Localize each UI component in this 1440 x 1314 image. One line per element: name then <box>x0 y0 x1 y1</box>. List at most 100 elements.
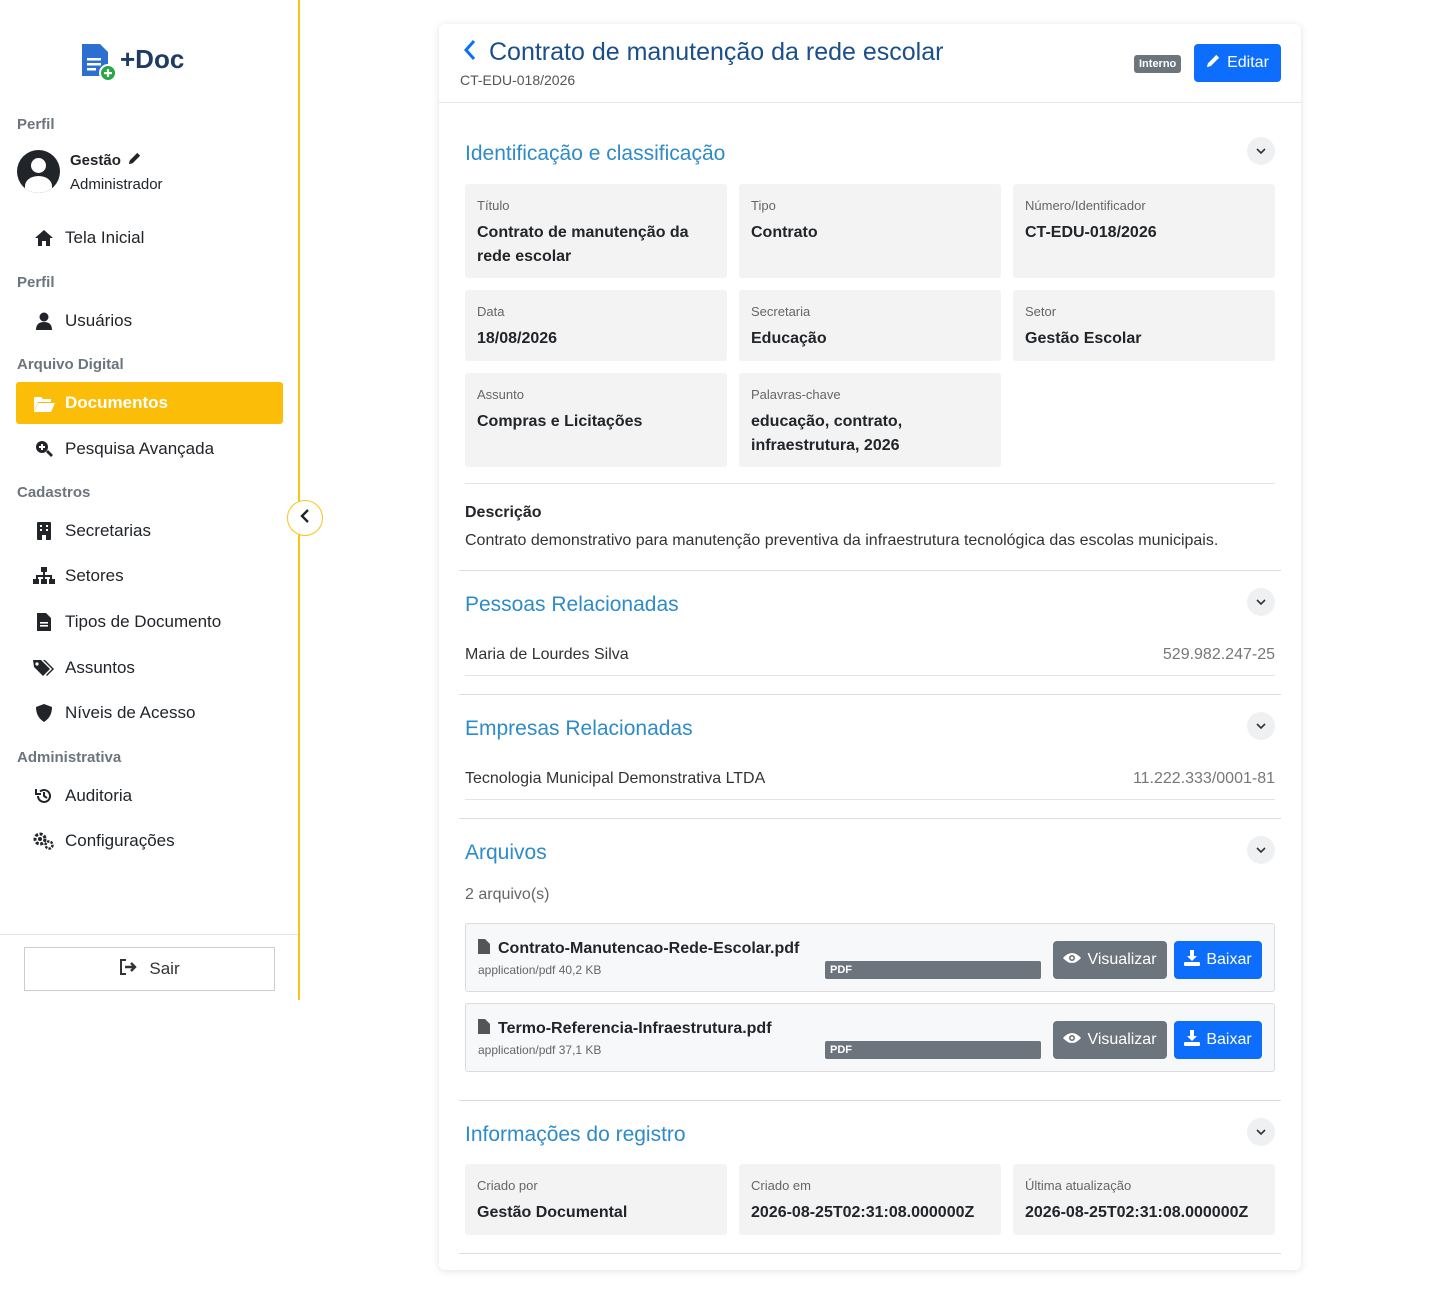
field-label: Título <box>477 198 510 213</box>
logout-button[interactable]: Sair <box>24 947 275 991</box>
divider <box>459 818 1281 819</box>
pencil-icon <box>1206 53 1221 73</box>
field-value: Contrato de manutenção da rede escolar <box>477 224 689 265</box>
file-item: Termo-Referencia-Infraestrutura.pdf appl… <box>465 1003 1275 1072</box>
chevron-down-icon <box>1256 717 1266 735</box>
sidebar-item-document-types[interactable]: Tipos de Documento <box>16 601 283 643</box>
sidebar-item-home[interactable]: Tela Inicial <box>16 217 283 259</box>
field-value: 18/08/2026 <box>477 330 558 347</box>
sidebar-item-access-levels[interactable]: Níveis de Acesso <box>16 692 283 734</box>
field-type: Tipo Contrato <box>739 184 1001 278</box>
edit-button[interactable]: Editar <box>1194 44 1281 82</box>
field-label: Assunto <box>477 387 524 402</box>
download-file-button[interactable]: Baixar <box>1174 1021 1262 1059</box>
section-label-profile: Perfil <box>17 116 55 133</box>
section-label-archive: Arquivo Digital <box>17 356 124 373</box>
field-title: Título Contrato de manutenção da rede es… <box>465 184 727 278</box>
field-label: Última atualização <box>1025 1178 1132 1193</box>
field-label: Setor <box>1025 304 1057 319</box>
shield-icon <box>33 703 55 723</box>
view-file-button[interactable]: Visualizar <box>1053 941 1167 979</box>
chevron-down-icon <box>1256 593 1266 611</box>
collapse-identification-button[interactable] <box>1247 137 1275 165</box>
download-label: Baixar <box>1206 951 1252 968</box>
divider <box>465 675 1275 676</box>
building-icon <box>33 521 55 541</box>
collapse-record-button[interactable] <box>1247 1118 1275 1146</box>
field-created-by: Criado por Gestão Documental <box>465 1164 727 1235</box>
sidebar-item-subjects[interactable]: Assuntos <box>16 647 283 689</box>
field-created-at: Criado em 2026-08-25T02:31:08.000000Z <box>739 1164 1001 1235</box>
search-plus-icon <box>33 439 55 459</box>
sidebar-item-label: Assuntos <box>65 658 135 677</box>
sidebar-item-departments[interactable]: Secretarias <box>16 510 283 552</box>
field-subject: Assunto Compras e Licitações <box>465 373 727 467</box>
download-icon <box>1184 1029 1201 1051</box>
sidebar-item-label: Usuários <box>65 311 133 330</box>
folder-open-icon <box>33 393 55 413</box>
description-label: Descrição <box>465 504 542 521</box>
field-label: Número/Identificador <box>1025 198 1146 213</box>
back-chevron-icon[interactable] <box>463 39 477 66</box>
field-keywords: Palavras-chave educação, contrato, infra… <box>739 373 1001 467</box>
sidebar-item-advanced-search[interactable]: Pesquisa Avançada <box>16 428 283 470</box>
collapse-companies-button[interactable] <box>1247 712 1275 740</box>
field-updated-at: Última atualização 2026-08-25T02:31:08.0… <box>1013 1164 1275 1235</box>
tags-icon <box>33 658 55 678</box>
file-name: Contrato-Manutencao-Rede-Escolar.pdf <box>498 940 800 957</box>
person-document: 529.982.247-25 <box>1162 646 1275 663</box>
user-name: Gestão <box>70 151 121 169</box>
download-file-button[interactable]: Baixar <box>1174 941 1262 979</box>
file-count: 2 arquivo(s) <box>465 886 550 903</box>
document-code: CT-EDU-018/2026 <box>460 72 576 88</box>
sidebar-item-label: Setores <box>65 566 124 585</box>
document-logo-icon <box>80 42 117 82</box>
section-label-admin: Administrativa <box>17 749 122 766</box>
view-label: Visualizar <box>1087 951 1157 968</box>
app-logo[interactable]: +Doc <box>80 42 184 82</box>
sidebar: +Doc Perfil Gestão Administrador Tela In… <box>0 0 300 1000</box>
field-value: Gestão Documental <box>477 1204 628 1221</box>
collapse-people-button[interactable] <box>1247 588 1275 616</box>
sidebar-item-label: Tipos de Documento <box>65 612 222 631</box>
download-label: Baixar <box>1206 1031 1252 1048</box>
view-file-button[interactable]: Visualizar <box>1053 1021 1167 1059</box>
page-title: Contrato de manutenção da rede escolar <box>489 38 944 66</box>
sidebar-item-settings[interactable]: Configurações <box>16 820 283 862</box>
avatar <box>17 150 60 193</box>
access-level-badge: Interno <box>1134 55 1182 73</box>
field-label: Tipo <box>751 198 776 213</box>
sidebar-item-documents[interactable]: Documentos <box>16 382 283 424</box>
edit-profile-icon[interactable] <box>127 151 142 170</box>
home-icon <box>33 228 55 248</box>
logout-label: Sair <box>149 959 180 978</box>
sidebar-item-audit[interactable]: Auditoria <box>16 775 283 817</box>
field-date: Data 18/08/2026 <box>465 290 727 361</box>
field-label: Criado por <box>477 1178 538 1193</box>
view-label: Visualizar <box>1087 1031 1157 1048</box>
edit-label: Editar <box>1227 54 1269 71</box>
field-value: Educação <box>751 330 827 347</box>
file-item: Contrato-Manutencao-Rede-Escolar.pdf app… <box>465 923 1275 992</box>
company-document: 11.222.333/0001-81 <box>1132 770 1275 787</box>
file-meta: application/pdf 40,2 KB <box>478 963 602 977</box>
chevron-left-icon <box>299 508 311 528</box>
section-title-record: Informações do registro <box>465 1123 686 1146</box>
field-label: Data <box>477 304 505 319</box>
sidebar-item-users[interactable]: Usuários <box>16 300 283 342</box>
sidebar-item-label: Configurações <box>65 831 175 850</box>
sidebar-item-sectors[interactable]: Setores <box>16 555 283 597</box>
field-label: Palavras-chave <box>751 387 841 402</box>
collapse-files-button[interactable] <box>1247 836 1275 864</box>
chevron-down-icon <box>1256 1123 1266 1141</box>
section-title-identification: Identificação e classificação <box>465 142 726 165</box>
field-label: Criado em <box>751 1178 811 1193</box>
divider <box>459 694 1281 695</box>
sidebar-item-label: Auditoria <box>65 786 133 805</box>
collapse-sidebar-button[interactable] <box>287 500 323 536</box>
field-value: 2026-08-25T02:31:08.000000Z <box>751 1204 975 1221</box>
field-value: educação, contrato, infraestrutura, 2026 <box>751 413 903 454</box>
file-meta: application/pdf 37,1 KB <box>478 1043 602 1057</box>
user-role: Administrador <box>70 175 163 193</box>
download-icon <box>1184 949 1201 971</box>
